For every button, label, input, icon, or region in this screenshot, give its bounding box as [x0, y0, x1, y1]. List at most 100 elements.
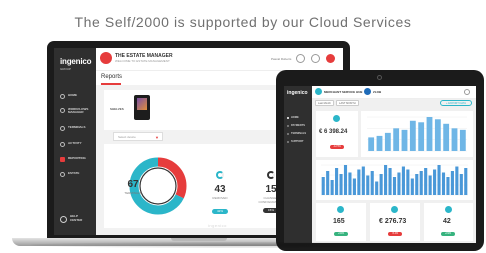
chart-bar	[343, 165, 348, 195]
sidebar-item-label: TERMINALS	[68, 125, 86, 129]
sidebar-item-estate[interactable]: ESTATE	[54, 169, 96, 181]
chart-bar	[424, 168, 428, 195]
tablet-nav-label: PAYMENTS	[291, 124, 305, 127]
chevron-down-icon: ▼	[155, 135, 159, 140]
sidebar-item-label: WORKFLOWS MANAGER	[68, 107, 89, 115]
changed-icon	[267, 171, 275, 179]
chart-bar	[406, 169, 410, 195]
tablet-nav-terminals[interactable]: TERMINALS	[284, 132, 312, 138]
help-center-label: HELP CENTER	[70, 214, 83, 222]
period-select[interactable]: LAST MONTH	[336, 100, 359, 106]
laptop-sidebar: ingenico GROUP HOME WORKFLOWS MANAGER TE…	[54, 48, 96, 235]
chart-bar	[426, 117, 433, 151]
chart-bar	[384, 165, 388, 195]
chart-bar	[451, 128, 458, 151]
chart-bar	[409, 120, 416, 151]
terminal-device-image[interactable]	[134, 95, 150, 120]
stat-caption: REMOVED	[212, 196, 228, 200]
tablet-nav-label: TERMINALS	[291, 132, 307, 135]
tablet-nav-support[interactable]: SUPPORT	[284, 140, 312, 146]
stat-removed: 43 REMOVED 42%	[200, 171, 240, 214]
chart-bar	[321, 177, 325, 195]
footer-brand: ingenico	[208, 223, 227, 228]
app-icon	[100, 52, 112, 64]
ingenico-logo: ingenico	[60, 57, 92, 66]
kpi-badge: +32%	[334, 232, 348, 236]
chart-bar	[459, 129, 466, 151]
chart-bar	[459, 174, 463, 195]
sidebar-item-terminals[interactable]: TERMINALS	[54, 123, 96, 135]
kpi-badge: -12.5%	[330, 145, 344, 149]
terminals-icon	[445, 206, 452, 213]
chart-bar	[415, 174, 419, 195]
sidebar-item-home[interactable]: HOME	[54, 91, 96, 103]
terminal-icon	[60, 126, 65, 131]
stat-value: 43	[214, 184, 226, 195]
range-select[interactable]: Last Month	[315, 100, 334, 106]
laptop-topbar: THE ESTATE MANAGER WELCOME TO ESTATE MAN…	[96, 48, 343, 70]
sidebar-item-activity[interactable]: ACTIVITY	[54, 139, 96, 151]
kpi-value: 42	[443, 218, 451, 225]
merchant-app-icon	[315, 88, 322, 95]
sidebar-item-workflows[interactable]: WORKFLOWS MANAGER	[54, 105, 96, 121]
settings-icon[interactable]	[464, 89, 470, 95]
chart-bar	[397, 172, 401, 195]
chart-bar	[464, 168, 468, 195]
chart-bar	[392, 177, 397, 195]
chart-bar	[379, 174, 383, 195]
help-center-link[interactable]: HELP CENTER	[58, 214, 94, 228]
activity-icon	[60, 142, 65, 147]
merchant-app-title: MERCHANT SERVICE HUB	[324, 90, 363, 94]
chart-bar	[450, 171, 454, 195]
chart-bar	[368, 137, 375, 151]
kpi-card-transactions: 165 +32%	[316, 203, 366, 241]
report-icon	[60, 157, 65, 162]
tablet-screen: ingenico HOME PAYMENTS TERMINALS SUPPORT…	[284, 86, 476, 243]
tablet-nav-payments[interactable]: PAYMENTS	[284, 124, 312, 130]
tablet-nav-label: SUPPORT	[291, 140, 304, 143]
kpi-card-average: € 276.73 -5.4%	[370, 203, 420, 241]
chart-bar	[446, 177, 450, 195]
floor-shadow	[30, 242, 470, 248]
chart-bar	[376, 135, 383, 151]
settings-icon[interactable]	[311, 54, 320, 63]
tablet-filter-bar: Last Month LAST MONTH + EXPORT DATA	[312, 98, 476, 108]
chart-bar	[393, 128, 400, 151]
mid-bar-chart	[321, 164, 468, 196]
partner-name: ZLOB	[373, 90, 382, 94]
notification-icon[interactable]	[326, 54, 335, 63]
logo-tagline: GROUP	[60, 67, 72, 71]
app-subtitle: WELCOME TO ESTATE MANAGEMENT	[115, 59, 170, 63]
device-select[interactable]: Select device ▼	[113, 132, 163, 141]
user-avatar-icon[interactable]	[296, 54, 305, 63]
help-icon	[60, 216, 67, 223]
sidebar-item-label: ESTATE	[68, 171, 80, 175]
chart-bar	[330, 180, 334, 195]
top-bar-chart	[367, 116, 467, 152]
shelves-label: SHELVES	[110, 107, 124, 111]
active-tab-indicator	[101, 83, 121, 85]
chart-bar	[361, 166, 365, 195]
chart-bar	[434, 119, 441, 151]
chart-bar	[401, 166, 405, 195]
sidebar-item-label: REPORTING	[68, 156, 86, 160]
chart-bar	[455, 166, 459, 195]
chart-bar	[366, 175, 370, 195]
chart-bar	[428, 175, 432, 195]
chart-bar	[335, 168, 339, 195]
tab-reports[interactable]: Reports	[101, 74, 122, 80]
kpi-card-terminals: 42 +19%	[424, 203, 473, 241]
home-icon	[60, 94, 65, 99]
export-button[interactable]: + EXPORT DATA	[440, 100, 472, 106]
headline: The Self/2000 is supported by our Cloud …	[74, 14, 412, 30]
tablet-nav-home[interactable]: HOME	[284, 116, 312, 122]
chart-bar	[419, 171, 423, 195]
chart-bar	[348, 172, 352, 195]
laptop-notch	[171, 238, 227, 241]
sidebar-item-reporting[interactable]: REPORTING	[54, 154, 96, 166]
chart-bar	[388, 168, 392, 195]
sidebar-item-label: HOME	[68, 93, 77, 97]
kpi-card-revenue: € 6 398.24 -12.5%	[316, 111, 358, 157]
chart-bar	[352, 178, 356, 195]
chart-bar	[375, 181, 379, 195]
